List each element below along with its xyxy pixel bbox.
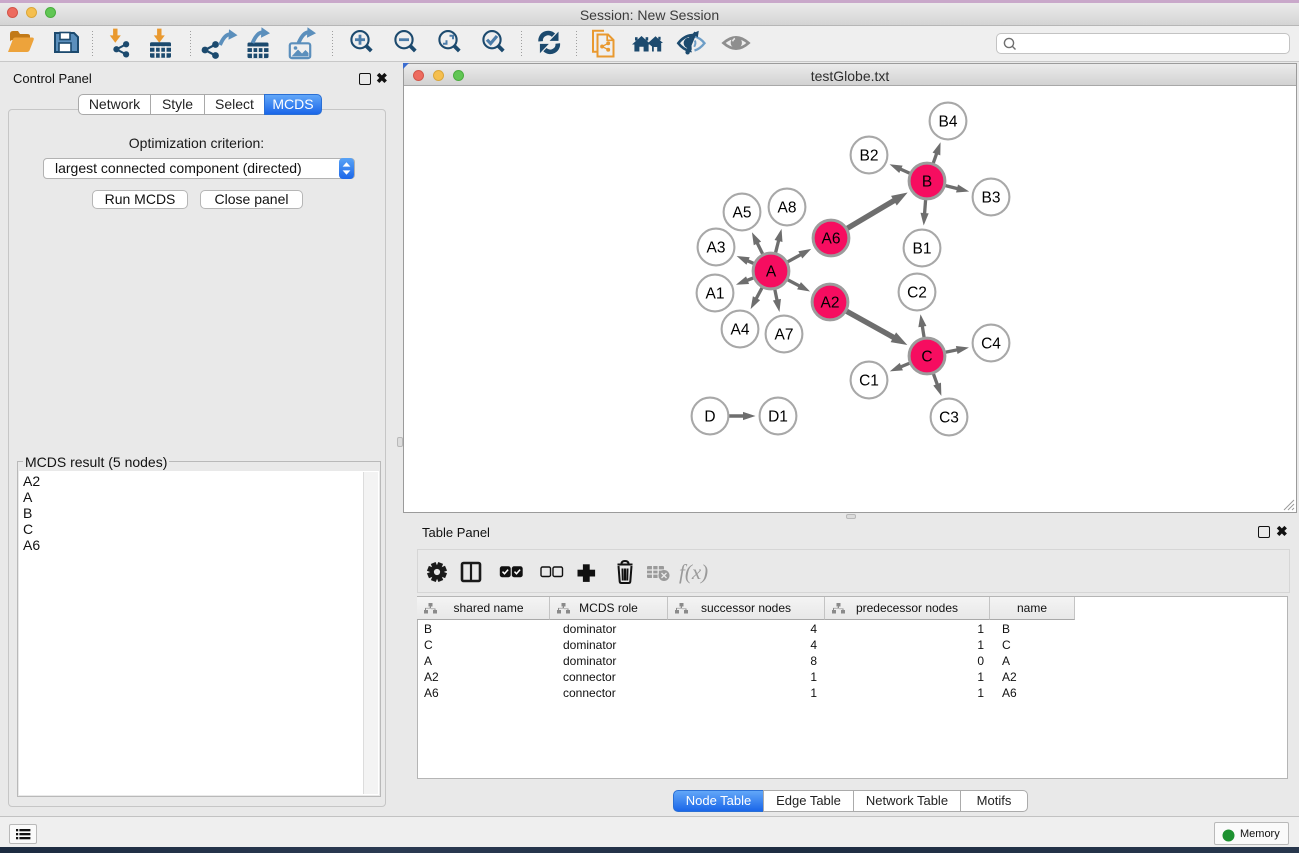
svg-text:A8: A8 [778,200,797,217]
svg-text:C2: C2 [907,285,927,302]
svg-text:f(x): f(x) [679,560,708,584]
svg-text:A7: A7 [775,327,794,344]
svg-text:A5: A5 [733,205,752,222]
svg-text:B4: B4 [939,114,958,131]
svg-text:D: D [704,409,715,426]
svg-text:A6: A6 [822,231,841,248]
svg-text:A4: A4 [731,322,750,339]
svg-text:D1: D1 [768,409,788,426]
svg-text:A2: A2 [821,295,840,312]
svg-text:A: A [766,264,777,281]
svg-text:A3: A3 [707,240,726,257]
svg-text:C1: C1 [859,373,879,390]
svg-text:B: B [922,174,932,191]
svg-text:A1: A1 [706,286,725,303]
svg-text:B1: B1 [913,241,932,258]
svg-text:B3: B3 [982,190,1001,207]
svg-text:C4: C4 [981,336,1001,353]
svg-text:B2: B2 [860,148,879,165]
svg-text:C3: C3 [939,410,959,427]
svg-text:C: C [921,349,932,366]
